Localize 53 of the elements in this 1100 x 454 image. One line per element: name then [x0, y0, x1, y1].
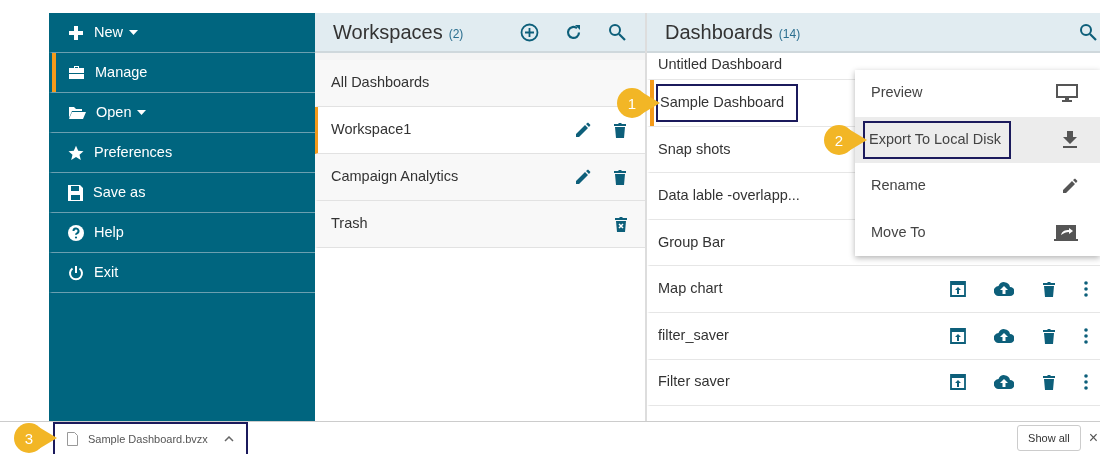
- trash-icon[interactable]: [1042, 374, 1056, 391]
- search-icon[interactable]: [1079, 23, 1097, 41]
- dashboard-item[interactable]: filter_saver: [647, 312, 1100, 360]
- file-icon: [67, 432, 78, 446]
- upload-box-icon[interactable]: [950, 281, 966, 298]
- panel-title: Workspaces: [333, 20, 443, 45]
- cloud-upload-icon[interactable]: [994, 375, 1014, 390]
- star-icon: [68, 144, 84, 161]
- show-all-button[interactable]: Show all: [1017, 424, 1081, 452]
- search-icon[interactable]: [608, 23, 626, 41]
- refresh-icon[interactable]: [564, 23, 582, 41]
- cloud-upload-icon[interactable]: [994, 282, 1014, 297]
- upload-box-icon[interactable]: [950, 374, 966, 391]
- briefcase-icon: [68, 65, 85, 80]
- dashboard-item[interactable]: Map chart: [647, 266, 1100, 313]
- more-options-icon[interactable]: [1084, 374, 1088, 391]
- sidebar-item[interactable]: New: [49, 13, 315, 53]
- folder-icon: [68, 105, 86, 120]
- panel-title: Dashboards: [665, 20, 773, 45]
- monitor-icon[interactable]: [1056, 83, 1078, 104]
- dashboard-item[interactable]: Filter saver: [647, 359, 1100, 407]
- caret-up-icon[interactable]: [223, 436, 234, 442]
- trash-icon[interactable]: [613, 169, 627, 185]
- power-icon: [68, 264, 84, 281]
- trash-icon[interactable]: [615, 216, 627, 232]
- pencil-icon[interactable]: [575, 169, 591, 185]
- sidebar-item[interactable]: Save as: [49, 173, 315, 213]
- trash-icon[interactable]: [1042, 281, 1056, 298]
- download-icon[interactable]: [1062, 130, 1078, 149]
- menu-item[interactable]: Rename: [855, 163, 1100, 210]
- add-icon[interactable]: [519, 22, 539, 42]
- help-icon: [68, 224, 84, 241]
- trash-icon[interactable]: [1042, 327, 1056, 344]
- sidebar-item[interactable]: Open: [49, 93, 315, 133]
- more-options-icon[interactable]: [1084, 281, 1088, 298]
- item-count: (14): [778, 26, 801, 43]
- sidebar-item[interactable]: Help: [49, 213, 315, 253]
- item-count: (2): [448, 26, 464, 43]
- sidebar-item[interactable]: Manage: [49, 53, 315, 93]
- plus-icon: [68, 24, 84, 41]
- close-button[interactable]: ×: [1080, 426, 1100, 450]
- workspace-item[interactable]: Campaign Analytics: [315, 154, 645, 201]
- cloud-upload-icon[interactable]: [994, 328, 1014, 343]
- workspace-item[interactable]: Trash: [315, 201, 645, 248]
- sidebar-item[interactable]: Exit: [49, 253, 315, 293]
- menu-item[interactable]: Export To Local Disk: [855, 116, 1100, 163]
- menu-item[interactable]: Move To: [855, 209, 1100, 256]
- upload-box-icon[interactable]: [950, 327, 966, 344]
- more-options-icon[interactable]: [1084, 327, 1088, 344]
- trash-icon[interactable]: [613, 122, 627, 138]
- pencil-icon[interactable]: [575, 122, 591, 138]
- download-item[interactable]: Sample Dashboard.bvzx: [53, 421, 248, 454]
- pencil-icon[interactable]: [1062, 178, 1078, 195]
